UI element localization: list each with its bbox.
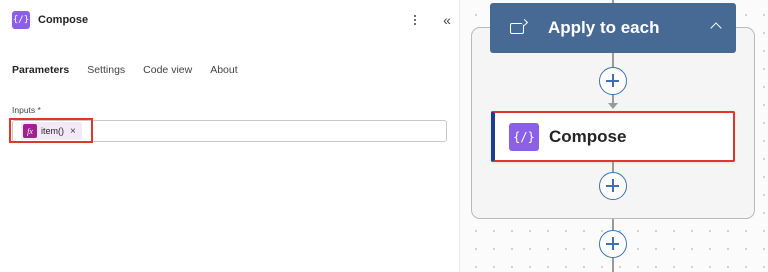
tab-code-view[interactable]: Code view (143, 64, 192, 82)
inputs-label: Inputs * (12, 105, 41, 115)
properties-panel: {/} Compose « Parameters Settings Code v… (0, 0, 459, 272)
connector-line (612, 95, 614, 103)
collapse-panel-button[interactable]: « (439, 10, 455, 30)
loop-icon (510, 22, 524, 34)
token-remove-icon[interactable]: × (70, 126, 76, 137)
connector-line (612, 162, 614, 172)
connector-line (612, 219, 614, 230)
arrow-head (608, 103, 618, 109)
compose-action-icon: {/} (12, 11, 30, 29)
compose-node[interactable]: {/} Compose (491, 111, 735, 162)
expression-token[interactable]: fx item() × (21, 122, 82, 140)
panel-tabs: Parameters Settings Code view About (12, 64, 256, 82)
add-step-button[interactable] (599, 230, 627, 258)
more-options-button[interactable] (407, 10, 423, 30)
compose-node-title: Compose (549, 126, 627, 146)
connector-line (612, 53, 614, 67)
panel-title: Compose (38, 14, 89, 26)
panel-header: {/} Compose (12, 11, 88, 29)
vertical-dots-icon (414, 15, 416, 25)
fx-icon: fx (23, 124, 37, 138)
chevron-up-icon[interactable] (710, 20, 722, 32)
apply-to-each-node[interactable]: Apply to each (490, 3, 736, 53)
panel-header-tools: « (407, 10, 455, 30)
add-step-button[interactable] (599, 172, 627, 200)
add-step-button[interactable] (599, 67, 627, 95)
token-text: item() (41, 126, 64, 136)
loop-title: Apply to each (548, 18, 660, 37)
tab-settings[interactable]: Settings (87, 64, 125, 82)
panel-divider (459, 0, 460, 272)
connector-line (612, 258, 614, 272)
compose-node-icon: {/} (509, 122, 539, 151)
tab-about[interactable]: About (210, 64, 237, 82)
tab-parameters[interactable]: Parameters (12, 64, 69, 82)
double-chevron-left-icon: « (443, 12, 451, 28)
